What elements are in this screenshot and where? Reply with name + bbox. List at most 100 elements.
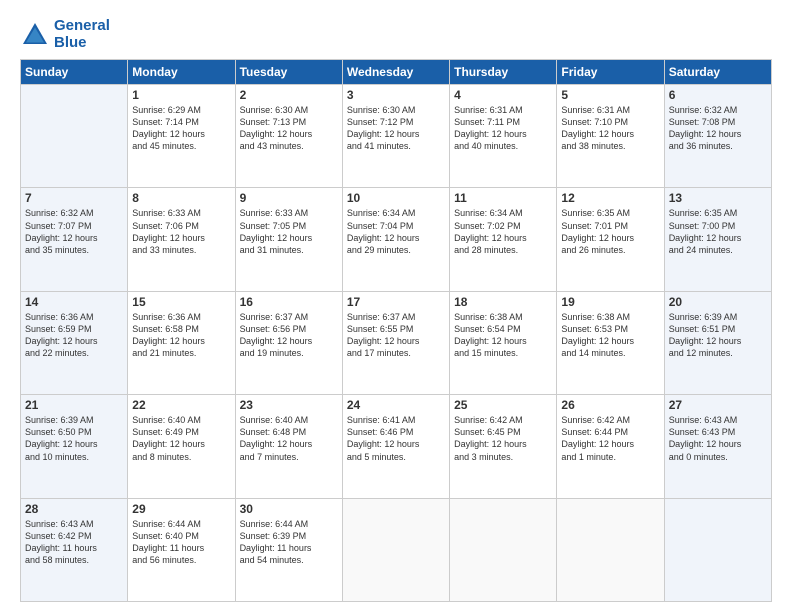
page: General Blue SundayMondayTuesdayWednesda… — [0, 0, 792, 612]
day-number: 4 — [454, 88, 552, 102]
calendar-cell: 17 Sunrise: 6:37 AM Sunset: 6:55 PM Dayli… — [342, 291, 449, 394]
day-number: 7 — [25, 191, 123, 205]
calendar-cell: 23Sunrise: 6:40 AM Sunset: 6:48 PM Dayli… — [235, 395, 342, 498]
day-info: Sunrise: 6:29 AM Sunset: 7:14 PM Dayligh… — [132, 104, 230, 153]
day-number: 21 — [25, 398, 123, 412]
day-info: Sunrise: 6:44 AM Sunset: 6:39 PM Dayligh… — [240, 518, 338, 567]
calendar-week-2: 7 Sunrise: 6:32 AM Sunset: 7:07 PM Daylig… — [21, 188, 772, 291]
day-number: 5 — [561, 88, 659, 102]
day-info: Sunrise: 6:32 AM Sunset: 7:08 PM Dayligh… — [669, 104, 767, 153]
day-info: Sunrise: 6:31 AM Sunset: 7:11 PM Dayligh… — [454, 104, 552, 153]
logo-text: General Blue — [54, 18, 110, 51]
weekday-header-monday: Monday — [128, 60, 235, 85]
weekday-header-saturday: Saturday — [664, 60, 771, 85]
day-info: Sunrise: 6:39 AM Sunset: 6:51 PM Dayligh… — [669, 311, 767, 360]
day-number: 11 — [454, 191, 552, 205]
day-info: Sunrise: 6:38 AM Sunset: 6:54 PM Dayligh… — [454, 311, 552, 360]
day-info: Sunrise: 6:35 AM Sunset: 7:00 PM Dayligh… — [669, 207, 767, 256]
day-number: 14 — [25, 295, 123, 309]
day-info: Sunrise: 6:37 AM Sunset: 6:56 PM Dayligh… — [240, 311, 338, 360]
day-info: Sunrise: 6:38 AM Sunset: 6:53 PM Dayligh… — [561, 311, 659, 360]
day-number: 19 — [561, 295, 659, 309]
day-number: 27 — [669, 398, 767, 412]
day-info: Sunrise: 6:42 AM Sunset: 6:44 PM Dayligh… — [561, 414, 659, 463]
day-info: Sunrise: 6:41 AM Sunset: 6:46 PM Dayligh… — [347, 414, 445, 463]
logo-icon — [20, 20, 50, 50]
day-info: Sunrise: 6:36 AM Sunset: 6:59 PM Dayligh… — [25, 311, 123, 360]
calendar-cell: 4 Sunrise: 6:31 AM Sunset: 7:11 PM Daylig… — [450, 85, 557, 188]
calendar-header-row: SundayMondayTuesdayWednesdayThursdayFrid… — [21, 60, 772, 85]
header: General Blue — [20, 18, 772, 51]
day-number: 25 — [454, 398, 552, 412]
calendar-cell: 29 Sunrise: 6:44 AM Sunset: 6:40 PM Dayli… — [128, 498, 235, 601]
calendar-cell: 9Sunrise: 6:33 AM Sunset: 7:05 PM Daylig… — [235, 188, 342, 291]
calendar-week-1: 1Sunrise: 6:29 AM Sunset: 7:14 PM Daylig… — [21, 85, 772, 188]
calendar-week-3: 14 Sunrise: 6:36 AM Sunset: 6:59 PM Dayli… — [21, 291, 772, 394]
day-info: Sunrise: 6:33 AM Sunset: 7:05 PM Dayligh… — [240, 207, 338, 256]
day-info: Sunrise: 6:30 AM Sunset: 7:13 PM Dayligh… — [240, 104, 338, 153]
calendar-cell — [21, 85, 128, 188]
calendar-cell: 19 Sunrise: 6:38 AM Sunset: 6:53 PM Dayli… — [557, 291, 664, 394]
day-info: Sunrise: 6:36 AM Sunset: 6:58 PM Dayligh… — [132, 311, 230, 360]
day-number: 15 — [132, 295, 230, 309]
weekday-header-tuesday: Tuesday — [235, 60, 342, 85]
day-info: Sunrise: 6:42 AM Sunset: 6:45 PM Dayligh… — [454, 414, 552, 463]
day-info: Sunrise: 6:43 AM Sunset: 6:42 PM Dayligh… — [25, 518, 123, 567]
calendar-cell: 13 Sunrise: 6:35 AM Sunset: 7:00 PM Dayli… — [664, 188, 771, 291]
calendar-cell: 22 Sunrise: 6:40 AM Sunset: 6:49 PM Dayli… — [128, 395, 235, 498]
calendar-cell: 16Sunrise: 6:37 AM Sunset: 6:56 PM Dayli… — [235, 291, 342, 394]
calendar-cell: 25 Sunrise: 6:42 AM Sunset: 6:45 PM Dayli… — [450, 395, 557, 498]
calendar-cell: 15 Sunrise: 6:36 AM Sunset: 6:58 PM Dayli… — [128, 291, 235, 394]
calendar-cell: 11 Sunrise: 6:34 AM Sunset: 7:02 PM Dayli… — [450, 188, 557, 291]
day-number: 22 — [132, 398, 230, 412]
calendar-cell: 6 Sunrise: 6:32 AM Sunset: 7:08 PM Daylig… — [664, 85, 771, 188]
weekday-header-thursday: Thursday — [450, 60, 557, 85]
calendar-cell: 1Sunrise: 6:29 AM Sunset: 7:14 PM Daylig… — [128, 85, 235, 188]
calendar-cell: 20 Sunrise: 6:39 AM Sunset: 6:51 PM Dayli… — [664, 291, 771, 394]
calendar-cell: 30 Sunrise: 6:44 AM Sunset: 6:39 PM Dayli… — [235, 498, 342, 601]
day-number: 10 — [347, 191, 445, 205]
day-number: 17 — [347, 295, 445, 309]
calendar-cell — [342, 498, 449, 601]
day-number: 29 — [132, 502, 230, 516]
day-info: Sunrise: 6:33 AM Sunset: 7:06 PM Dayligh… — [132, 207, 230, 256]
calendar-cell: 21Sunrise: 6:39 AM Sunset: 6:50 PM Dayli… — [21, 395, 128, 498]
day-number: 26 — [561, 398, 659, 412]
calendar-cell: 12Sunrise: 6:35 AM Sunset: 7:01 PM Dayli… — [557, 188, 664, 291]
calendar-cell: 14 Sunrise: 6:36 AM Sunset: 6:59 PM Dayli… — [21, 291, 128, 394]
calendar-week-4: 21Sunrise: 6:39 AM Sunset: 6:50 PM Dayli… — [21, 395, 772, 498]
day-number: 18 — [454, 295, 552, 309]
calendar-cell: 18 Sunrise: 6:38 AM Sunset: 6:54 PM Dayli… — [450, 291, 557, 394]
day-number: 6 — [669, 88, 767, 102]
weekday-header-friday: Friday — [557, 60, 664, 85]
day-number: 3 — [347, 88, 445, 102]
calendar-week-5: 28Sunrise: 6:43 AM Sunset: 6:42 PM Dayli… — [21, 498, 772, 601]
day-info: Sunrise: 6:37 AM Sunset: 6:55 PM Dayligh… — [347, 311, 445, 360]
calendar-cell: 27Sunrise: 6:43 AM Sunset: 6:43 PM Dayli… — [664, 395, 771, 498]
day-number: 8 — [132, 191, 230, 205]
day-number: 30 — [240, 502, 338, 516]
calendar-cell: 8 Sunrise: 6:33 AM Sunset: 7:06 PM Daylig… — [128, 188, 235, 291]
calendar-cell: 26 Sunrise: 6:42 AM Sunset: 6:44 PM Dayli… — [557, 395, 664, 498]
day-info: Sunrise: 6:40 AM Sunset: 6:49 PM Dayligh… — [132, 414, 230, 463]
calendar: SundayMondayTuesdayWednesdayThursdayFrid… — [20, 59, 772, 602]
day-number: 13 — [669, 191, 767, 205]
day-info: Sunrise: 6:34 AM Sunset: 7:04 PM Dayligh… — [347, 207, 445, 256]
calendar-cell — [450, 498, 557, 601]
calendar-cell: 2 Sunrise: 6:30 AM Sunset: 7:13 PM Daylig… — [235, 85, 342, 188]
calendar-cell: 3Sunrise: 6:30 AM Sunset: 7:12 PM Daylig… — [342, 85, 449, 188]
day-info: Sunrise: 6:44 AM Sunset: 6:40 PM Dayligh… — [132, 518, 230, 567]
calendar-cell: 24 Sunrise: 6:41 AM Sunset: 6:46 PM Dayli… — [342, 395, 449, 498]
weekday-header-wednesday: Wednesday — [342, 60, 449, 85]
day-number: 20 — [669, 295, 767, 309]
day-info: Sunrise: 6:32 AM Sunset: 7:07 PM Dayligh… — [25, 207, 123, 256]
day-number: 24 — [347, 398, 445, 412]
calendar-cell: 5Sunrise: 6:31 AM Sunset: 7:10 PM Daylig… — [557, 85, 664, 188]
day-number: 23 — [240, 398, 338, 412]
day-number: 2 — [240, 88, 338, 102]
calendar-cell: 10 Sunrise: 6:34 AM Sunset: 7:04 PM Dayli… — [342, 188, 449, 291]
calendar-cell — [664, 498, 771, 601]
calendar-cell — [557, 498, 664, 601]
logo: General Blue — [20, 18, 110, 51]
day-info: Sunrise: 6:34 AM Sunset: 7:02 PM Dayligh… — [454, 207, 552, 256]
